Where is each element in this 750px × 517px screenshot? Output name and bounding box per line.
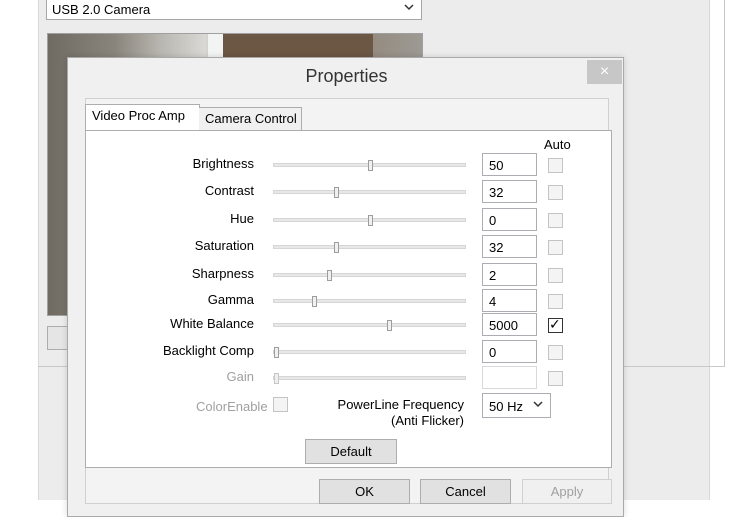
- gain-label: Gain: [226, 369, 254, 384]
- chevron-down-icon: [403, 1, 415, 16]
- white-balance-label: White Balance: [170, 316, 254, 331]
- white-balance-slider[interactable]: [273, 320, 466, 331]
- hue-slider[interactable]: [273, 215, 466, 226]
- saturation-auto-checkbox[interactable]: [548, 240, 563, 255]
- device-select-value: USB 2.0 Camera: [52, 2, 151, 17]
- powerline-frequency-select[interactable]: 50 Hz: [482, 393, 551, 418]
- powerline-label-line1: PowerLine Frequency: [337, 397, 464, 412]
- gain-auto-checkbox: [548, 371, 563, 386]
- color-enable-label: ColorEnable: [196, 399, 268, 414]
- gamma-auto-checkbox[interactable]: [548, 294, 563, 309]
- sharpness-slider[interactable]: [273, 270, 466, 281]
- powerline-frequency-value: 50 Hz: [489, 399, 523, 414]
- backlight-comp-label: Backlight Comp: [162, 343, 254, 358]
- powerline-label-line2: (Anti Flicker): [391, 413, 464, 428]
- backlight-comp-slider[interactable]: [273, 347, 466, 358]
- saturation-label: Saturation: [194, 238, 254, 253]
- gain-value-field: [482, 366, 537, 389]
- brightness-label: Brightness: [192, 156, 254, 171]
- contrast-label: Contrast: [204, 183, 254, 198]
- tab-camera-control[interactable]: Camera Control: [199, 107, 302, 131]
- saturation-slider[interactable]: [273, 242, 466, 253]
- close-button[interactable]: ×: [587, 60, 622, 84]
- saturation-slider-thumb[interactable]: [334, 242, 340, 253]
- contrast-slider-thumb[interactable]: [334, 187, 340, 198]
- contrast-slider[interactable]: [273, 187, 466, 198]
- tab-video-proc-amp[interactable]: Video Proc Amp: [85, 104, 200, 131]
- hue-auto-checkbox[interactable]: [548, 213, 563, 228]
- contrast-value-field[interactable]: 32: [482, 180, 537, 203]
- cancel-button[interactable]: Cancel: [420, 479, 511, 504]
- brightness-auto-checkbox[interactable]: [548, 158, 563, 173]
- chevron-down-icon: [532, 398, 544, 413]
- white-balance-slider-thumb[interactable]: [386, 320, 392, 331]
- dialog-title: Properties: [305, 66, 388, 86]
- backlight-comp-auto-checkbox[interactable]: [548, 345, 563, 360]
- gamma-slider-thumb[interactable]: [311, 296, 317, 307]
- device-select[interactable]: USB 2.0 Camera: [46, 0, 422, 20]
- hue-slider-thumb[interactable]: [368, 215, 373, 226]
- white-balance-value-field[interactable]: 5000: [482, 313, 537, 336]
- sharpness-slider-thumb[interactable]: [326, 270, 332, 281]
- gain-slider: [273, 373, 466, 384]
- contrast-auto-checkbox[interactable]: [548, 185, 563, 200]
- gamma-slider[interactable]: [273, 296, 466, 307]
- hue-label: Hue: [230, 211, 254, 226]
- ok-button[interactable]: OK: [319, 479, 410, 504]
- hue-value-field[interactable]: 0: [482, 208, 537, 231]
- gamma-label: Gamma: [207, 292, 254, 307]
- saturation-value-field[interactable]: 32: [482, 235, 537, 258]
- gain-slider-thumb: [274, 373, 279, 384]
- white-balance-auto-checkbox[interactable]: ✓: [548, 316, 563, 333]
- color-enable-checkbox[interactable]: [273, 397, 288, 412]
- apply-button[interactable]: Apply: [522, 479, 612, 504]
- sharpness-auto-checkbox[interactable]: [548, 268, 563, 283]
- default-button[interactable]: Default: [305, 439, 397, 464]
- checkmark-icon: ✓: [549, 316, 561, 332]
- brightness-value-field[interactable]: 50: [482, 153, 537, 176]
- close-icon: ×: [599, 63, 610, 80]
- sharpness-label: Sharpness: [191, 266, 254, 281]
- gamma-value-field[interactable]: 4: [482, 289, 537, 312]
- brightness-slider-thumb[interactable]: [368, 160, 373, 171]
- powerline-frequency-label: PowerLine Frequency (Anti Flicker): [300, 397, 464, 429]
- sharpness-value-field[interactable]: 2: [482, 263, 537, 286]
- auto-column-header: Auto: [544, 137, 571, 152]
- brightness-slider[interactable]: [273, 160, 466, 171]
- backlight-comp-value-field[interactable]: 0: [482, 340, 537, 363]
- backlight-comp-slider-thumb[interactable]: [274, 347, 279, 358]
